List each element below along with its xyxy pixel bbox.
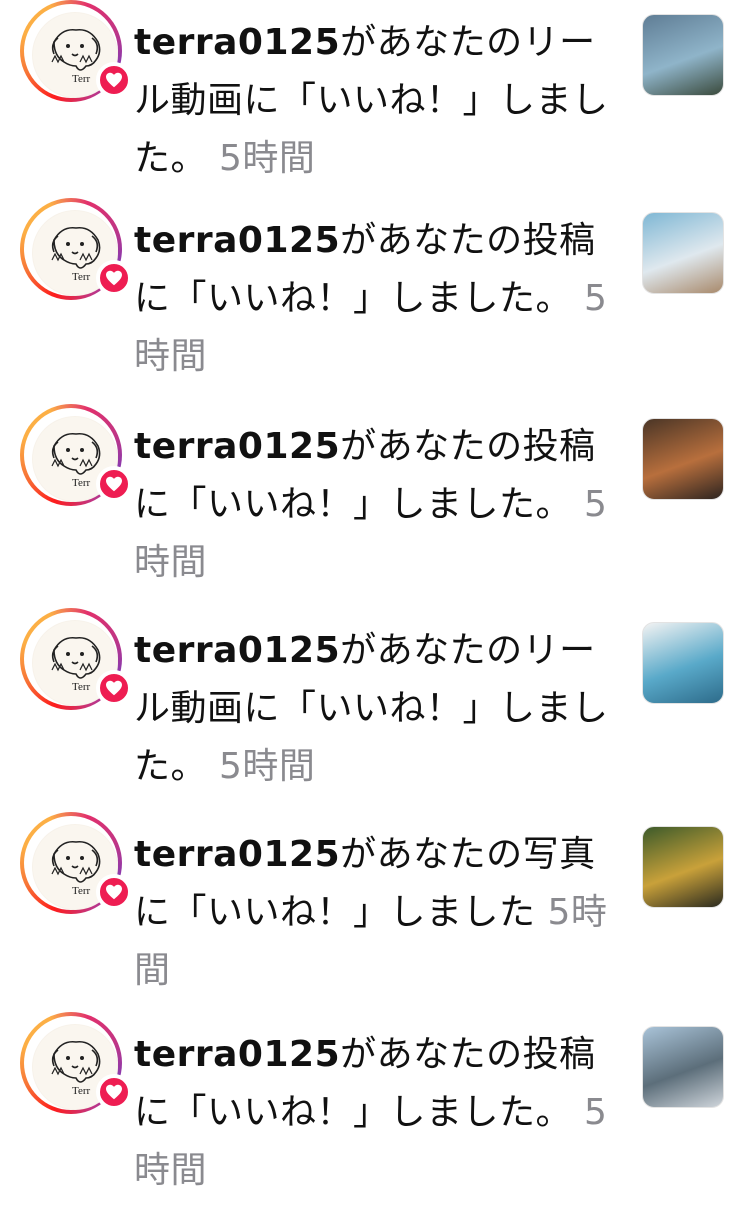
heart-badge xyxy=(96,670,132,706)
post-thumbnail[interactable] xyxy=(642,826,724,908)
story-ring[interactable]: Terr xyxy=(20,608,132,710)
notification-text: terra0125があなたの投稿に「いいね！」しました。 5時間 xyxy=(134,418,614,592)
heart-icon xyxy=(106,476,122,492)
svg-text:Terr: Terr xyxy=(72,73,90,85)
post-thumbnail[interactable] xyxy=(642,622,724,704)
notification-row[interactable]: Terr terra0125があなたのリール動画に「いいね！」しました。 5時間 xyxy=(0,0,753,200)
post-thumbnail[interactable] xyxy=(642,14,724,96)
notification-text: terra0125があなたの写真に「いいね！」しました 5時間 xyxy=(134,826,614,1000)
svg-text:Terr: Terr xyxy=(72,477,90,489)
heart-icon xyxy=(106,884,122,900)
heart-icon xyxy=(106,1084,122,1100)
username[interactable]: terra0125 xyxy=(134,630,340,671)
username[interactable]: terra0125 xyxy=(134,426,340,467)
notification-text: terra0125があなたのリール動画に「いいね！」しました。 5時間 xyxy=(134,14,614,188)
heart-badge xyxy=(96,466,132,502)
svg-text:Terr: Terr xyxy=(72,271,90,283)
heart-icon xyxy=(106,72,122,88)
post-thumbnail[interactable] xyxy=(642,1026,724,1108)
notification-row[interactable]: Terr terra0125があなたの投稿に「いいね！」しました。 5時間 xyxy=(0,198,753,398)
svg-text:Terr: Terr xyxy=(72,681,90,693)
username[interactable]: terra0125 xyxy=(134,834,340,875)
notification-text: terra0125があなたの投稿に「いいね！」しました。 5時間 xyxy=(134,1026,614,1200)
story-ring[interactable]: Terr xyxy=(20,812,132,914)
story-ring[interactable]: Terr xyxy=(20,404,132,506)
heart-badge xyxy=(96,1074,132,1110)
post-thumbnail[interactable] xyxy=(642,212,724,294)
username[interactable]: terra0125 xyxy=(134,1034,340,1075)
username[interactable]: terra0125 xyxy=(134,22,340,63)
story-ring[interactable]: Terr xyxy=(20,1012,132,1114)
timestamp: 5時間 xyxy=(218,746,316,787)
svg-text:Terr: Terr xyxy=(72,885,90,897)
story-ring[interactable]: Terr xyxy=(20,198,132,300)
heart-badge xyxy=(96,260,132,296)
username[interactable]: terra0125 xyxy=(134,220,340,261)
notification-row[interactable]: Terr terra0125があなたの投稿に「いいね！」しました。 5時間 xyxy=(0,404,753,604)
notification-text: terra0125があなたの投稿に「いいね！」しました。 5時間 xyxy=(134,212,614,386)
heart-icon xyxy=(106,270,122,286)
notification-row[interactable]: Terr terra0125があなたの写真に「いいね！」しました 5時間 xyxy=(0,812,753,1012)
notification-row[interactable]: Terr terra0125があなたの投稿に「いいね！」しました。 5時間 xyxy=(0,1012,753,1212)
notification-row[interactable]: Terr terra0125があなたのリール動画に「いいね！」しました。 5時間 xyxy=(0,608,753,808)
notification-text: terra0125があなたのリール動画に「いいね！」しました。 5時間 xyxy=(134,622,614,796)
heart-badge xyxy=(96,62,132,98)
post-thumbnail[interactable] xyxy=(642,418,724,500)
heart-badge xyxy=(96,874,132,910)
timestamp: 5時間 xyxy=(218,138,316,179)
svg-text:Terr: Terr xyxy=(72,1085,90,1097)
heart-icon xyxy=(106,680,122,696)
story-ring[interactable]: Terr xyxy=(20,0,132,102)
